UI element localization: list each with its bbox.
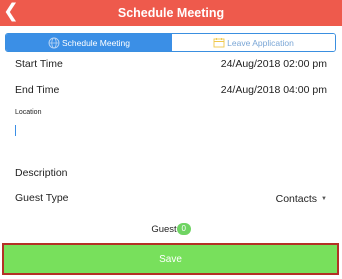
guest-type-label: Guest Type: [15, 192, 69, 204]
caret-down-icon: ▼: [321, 196, 327, 202]
save-button[interactable]: Save: [4, 245, 337, 273]
start-time-value[interactable]: 24/Aug/2018 02:00 pm: [221, 58, 327, 70]
guest-row[interactable]: Guest 0: [0, 221, 342, 237]
tab-leave-application[interactable]: Leave Application: [172, 34, 335, 51]
page-title: Schedule Meeting: [117, 6, 225, 20]
location-input[interactable]: [14, 121, 324, 139]
globe-icon: [48, 37, 60, 48]
end-time-label: End Time: [15, 84, 60, 96]
end-time-value[interactable]: 24/Aug/2018 04:00 pm: [221, 84, 327, 96]
save-button-frame: Save: [2, 243, 339, 275]
tab-leave-application-label: Leave Application: [227, 37, 294, 48]
tab-schedule-meeting-label: Schedule Meeting: [61, 37, 131, 48]
location-label: Location: [15, 109, 42, 116]
start-time-label: Start Time: [15, 58, 63, 70]
calendar-icon: [213, 38, 225, 48]
tab-schedule-meeting[interactable]: Schedule Meeting: [6, 34, 172, 51]
text-cursor: [15, 125, 16, 136]
guest-count-badge: 0: [176, 223, 191, 235]
guest-type-value: Contacts: [275, 193, 318, 205]
guest-type-dropdown[interactable]: Contacts ▼: [276, 190, 327, 208]
segmented-control: Schedule Meeting Leave Application: [5, 33, 336, 52]
guest-label: Guest: [151, 223, 177, 235]
description-label: Description: [15, 167, 68, 179]
app-header: ❮ Schedule Meeting: [0, 0, 342, 26]
